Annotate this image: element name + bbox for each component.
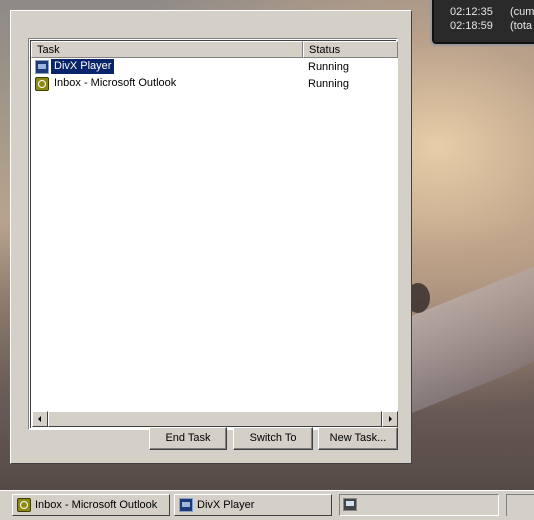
scroll-left-arrow-icon[interactable] [32, 411, 48, 427]
scroll-right-arrow-icon[interactable] [382, 411, 398, 427]
task-manager-dialog: Task Status DivX Player Running Inbox - … [10, 10, 412, 464]
task-status: Running [308, 78, 349, 90]
system-tray [339, 494, 499, 516]
taskbar-button-outlook[interactable]: Inbox - Microsoft Outlook [12, 494, 170, 516]
taskbar-button-label: DivX Player [197, 499, 255, 511]
timer-label: (cum [510, 6, 534, 18]
column-header-status[interactable]: Status [303, 41, 398, 58]
task-row-outlook[interactable]: Inbox - Microsoft Outlook Running [31, 76, 396, 92]
taskbar: Inbox - Microsoft Outlook DivX Player [0, 490, 534, 520]
task-name: DivX Player [51, 59, 115, 74]
divx-player-icon [179, 498, 193, 512]
timer-row: 02:18:59 (tota [450, 18, 534, 34]
switch-to-button[interactable]: Switch To [233, 427, 313, 450]
timer-panel: 02:12:35 (cum 02:18:59 (tota [430, 0, 534, 46]
taskbar-clock-area [506, 494, 534, 516]
outlook-icon [17, 498, 31, 512]
task-status: Running [308, 61, 349, 73]
scrollbar-thumb[interactable] [48, 411, 382, 427]
timer-time: 02:18:59 [450, 20, 493, 32]
taskbar-button-divx-player[interactable]: DivX Player [174, 494, 332, 516]
task-list-body: Task Status DivX Player Running Inbox - … [30, 40, 398, 428]
horizontal-scrollbar[interactable] [32, 411, 398, 427]
outlook-icon [35, 77, 49, 91]
task-list[interactable]: Task Status DivX Player Running Inbox - … [28, 38, 398, 430]
taskbar-button-label: Inbox - Microsoft Outlook [35, 499, 158, 511]
timer-label: (tota [510, 20, 533, 32]
computer-icon[interactable] [343, 498, 357, 511]
task-name: Inbox - Microsoft Outlook [54, 77, 177, 89]
column-header-task[interactable]: Task [31, 41, 303, 58]
task-row-divx-player[interactable]: DivX Player Running [31, 59, 396, 75]
divx-player-icon [35, 60, 49, 74]
new-task-button[interactable]: New Task... [318, 427, 398, 450]
end-task-button[interactable]: End Task [149, 427, 227, 450]
